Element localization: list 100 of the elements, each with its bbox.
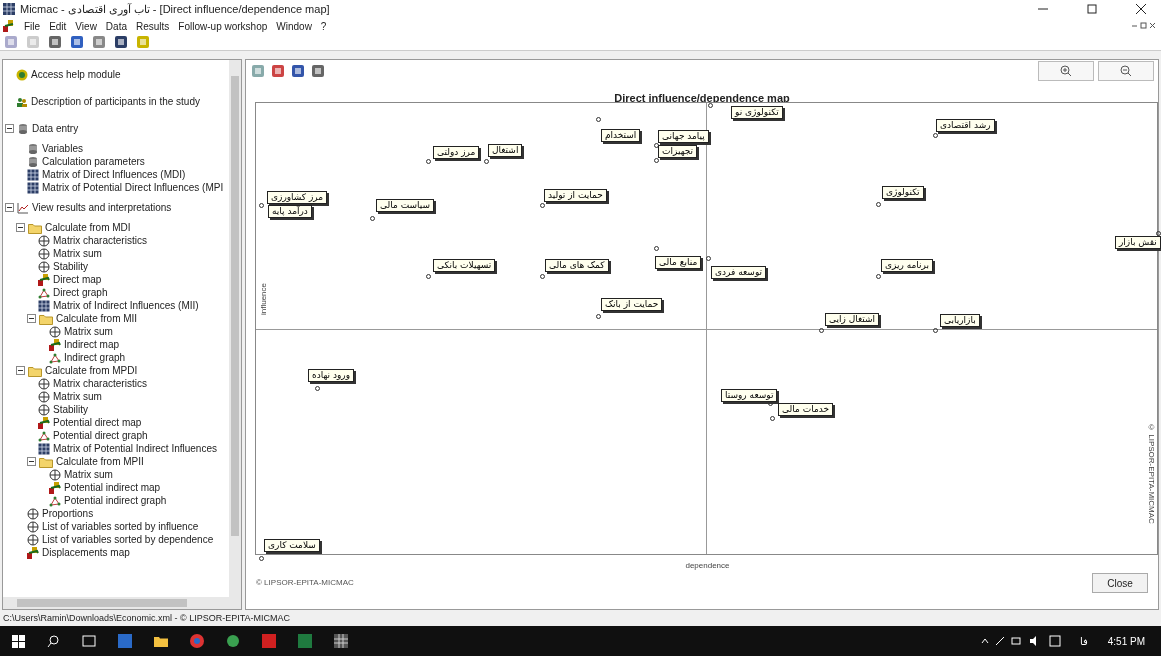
map-title: Direct influence/dependence map	[614, 92, 790, 104]
menu-item[interactable]: Window	[276, 18, 312, 34]
collapse-icon[interactable]	[5, 203, 14, 212]
tree-item[interactable]: Matrix characteristics	[53, 378, 147, 389]
plus-circle-icon	[38, 390, 50, 403]
tree-item[interactable]: Displacements map	[42, 547, 130, 558]
close-button[interactable]: Close	[1092, 573, 1148, 593]
zoom-out-button[interactable]	[1098, 61, 1154, 81]
point-marker	[540, 203, 545, 208]
point-marker	[770, 416, 775, 421]
windows-logo-icon[interactable]	[12, 634, 25, 648]
variable-label: کمک های مالی	[545, 259, 609, 272]
vertical-scrollbar[interactable]	[229, 60, 241, 597]
graph-icon	[49, 351, 61, 364]
graph-icon	[38, 429, 50, 442]
menu-item[interactable]: Results	[136, 18, 170, 34]
tree-item[interactable]: Potential direct map	[53, 417, 142, 428]
tree-item[interactable]: Calculate from MPII	[56, 456, 144, 467]
variable-label: برنامه ریزی	[881, 259, 934, 272]
zoom-out-icon	[1120, 65, 1132, 77]
tree-item[interactable]: Matrix sum	[64, 469, 113, 480]
database-icon	[27, 142, 39, 155]
menu-item[interactable]: ?	[320, 18, 327, 34]
variable-label: مرز دولتی	[433, 146, 480, 159]
collapse-icon[interactable]	[27, 314, 36, 323]
collapse-icon[interactable]	[16, 366, 25, 375]
variable-label: بازاریابی	[940, 314, 980, 327]
point-marker	[370, 216, 375, 221]
tree-item[interactable]: Stability	[53, 261, 88, 272]
tree-item[interactable]: Potential direct graph	[53, 430, 148, 441]
plus-circle-icon	[38, 247, 50, 260]
tree-item[interactable]: Matrix sum	[64, 326, 113, 337]
variable-label: اشتغال	[488, 144, 523, 157]
tree-item[interactable]: Matrix of Indirect Influences (MII)	[53, 300, 199, 311]
variable-label: درآمد پایه	[268, 205, 312, 218]
variable-label: ورود نهاده	[308, 369, 355, 382]
point-marker	[426, 274, 431, 279]
tree-item[interactable]: Matrix sum	[53, 391, 102, 402]
tree-item[interactable]: Direct graph	[53, 287, 108, 298]
tree-item[interactable]: Indirect graph	[64, 352, 126, 363]
tree-item[interactable]: Matrix of Direct Influences (MDI)	[42, 169, 186, 180]
clock[interactable]: 4:51 PM	[1107, 633, 1145, 649]
collapse-icon[interactable]	[27, 457, 36, 466]
tree-item[interactable]: Calculate from MDI	[45, 222, 131, 233]
database-icon	[27, 155, 39, 168]
plus-circle-icon	[38, 377, 50, 390]
tree-item[interactable]: Access help module	[31, 69, 121, 80]
variable-label: تکنولوژی	[882, 186, 924, 199]
horizontal-scrollbar[interactable]	[3, 597, 241, 609]
menu-item[interactable]: Edit	[49, 18, 67, 34]
task-view-icon[interactable]	[82, 635, 96, 647]
folder-icon	[28, 364, 42, 377]
tree-item[interactable]: Potential indirect map	[64, 482, 161, 493]
menu-item[interactable]: Follow-up workshop	[178, 18, 268, 34]
tree-item[interactable]: Matrix of Potential Direct Influences (MPI	[42, 182, 224, 193]
point-marker	[426, 159, 431, 164]
tree-item[interactable]: List of variables sorted by dependence	[42, 534, 214, 545]
document-icon	[3, 20, 15, 32]
language-indicator[interactable]: فا	[1079, 633, 1088, 649]
zoom-in-button[interactable]	[1038, 61, 1094, 81]
tree-item[interactable]: View results and interpretations	[32, 202, 172, 213]
tree-item[interactable]: Potential indirect graph	[64, 495, 167, 506]
collapse-icon[interactable]	[16, 223, 25, 232]
database-icon	[17, 122, 29, 135]
tree-item[interactable]: Description of participants in the study	[31, 96, 200, 107]
tree-item[interactable]: Direct map	[53, 274, 102, 285]
axis-label: dependence	[685, 561, 730, 570]
tree-item[interactable]: Calculate from MPDI	[45, 365, 138, 376]
folder-icon	[39, 312, 53, 325]
tree-item[interactable]: List of variables sorted by influence	[42, 521, 199, 532]
menu-item[interactable]: File	[24, 18, 41, 34]
menu-item[interactable]: Data	[105, 18, 127, 34]
circle-app-icon[interactable]	[226, 634, 240, 648]
tree-item[interactable]: Matrix characteristics	[53, 235, 147, 246]
search-icon[interactable]	[47, 634, 60, 648]
map-icon	[49, 338, 61, 351]
variable-label: حمایت از بانک	[601, 298, 663, 311]
tree-item[interactable]: Matrix sum	[53, 248, 102, 259]
zoom-in-icon	[1060, 65, 1072, 77]
point-marker	[876, 274, 881, 279]
app-icon	[3, 3, 15, 15]
collapse-icon[interactable]	[5, 124, 14, 133]
tree-item[interactable]: Data entry	[32, 123, 79, 134]
tree-item[interactable]: Stability	[53, 404, 88, 415]
folder-icon[interactable]	[154, 635, 168, 647]
variable-label: توسعه فردی	[711, 266, 767, 279]
tree-item[interactable]: Calculation parameters	[42, 156, 145, 167]
tree-item[interactable]: Variables	[42, 143, 83, 154]
variable-label: حمایت از تولید	[544, 189, 607, 202]
mdi-window-controls-icon[interactable]	[1132, 22, 1156, 30]
menu-item[interactable]: View	[75, 18, 97, 34]
tree-item[interactable]: Indirect map	[64, 339, 120, 350]
tree-item[interactable]: Proportions	[42, 508, 94, 519]
variable-label: نقش بازار	[1115, 236, 1161, 249]
close-icon[interactable]	[1136, 4, 1146, 14]
point-marker	[933, 328, 938, 333]
tree-item[interactable]: Matrix of Potential Indirect Influences	[53, 443, 217, 454]
tree-item[interactable]: Calculate from MII	[56, 313, 138, 324]
maximize-icon[interactable]	[1087, 4, 1097, 14]
line-chart-icon	[17, 201, 29, 214]
